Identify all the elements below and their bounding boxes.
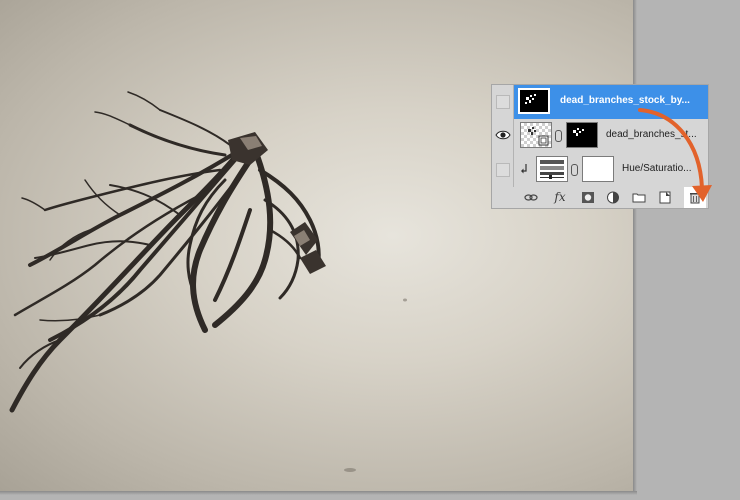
visibility-toggle[interactable] <box>492 85 514 119</box>
adjustment-mask-thumbnail[interactable] <box>582 156 614 182</box>
fx-icon[interactable]: fx <box>553 191 567 204</box>
mask-link-icon[interactable] <box>555 130 562 142</box>
layer-name[interactable]: Hue/Saturatio... <box>622 163 706 174</box>
canvas-bottom-shadow <box>0 491 637 495</box>
new-group-icon[interactable] <box>632 191 646 204</box>
visibility-toggle[interactable] <box>492 119 514 153</box>
eye-icon <box>495 130 511 140</box>
document-canvas[interactable] <box>0 0 633 491</box>
visibility-off-box <box>496 163 510 177</box>
layer-thumbnail[interactable] <box>518 88 550 114</box>
add-mask-icon[interactable] <box>581 191 595 204</box>
layer-name[interactable]: dead_branches_st... <box>606 129 706 140</box>
adjustment-icon[interactable] <box>606 191 620 204</box>
layer-row-dead-branches[interactable]: dead_branches_st... <box>492 119 708 154</box>
layers-panel-toolbar: fx <box>492 187 708 208</box>
trash-icon[interactable] <box>688 191 702 204</box>
layer-row-hue-saturation[interactable]: Hue/Saturatio... <box>492 153 708 188</box>
layer-row-dead-branches-copy[interactable]: dead_branches_stock_by... <box>492 85 708 120</box>
mask-shape-icon <box>573 128 584 136</box>
smart-object-thumbnail[interactable] <box>520 122 552 148</box>
clipping-arrow-icon <box>521 164 527 174</box>
layers-panel: dead_branches_stock_by... dead_branches_… <box>491 84 709 209</box>
layer-mask-thumbnail[interactable] <box>566 122 598 148</box>
visibility-off-box <box>496 95 510 109</box>
hue-saturation-icon <box>540 160 564 179</box>
layer-name[interactable]: dead_branches_stock_by... <box>560 95 706 106</box>
new-layer-icon[interactable] <box>658 191 672 204</box>
branch-thumbnail-icon <box>525 94 536 104</box>
smart-object-icon <box>528 127 549 146</box>
dead-branches-image <box>9 91 407 472</box>
link-layers-icon[interactable] <box>524 191 538 204</box>
visibility-toggle[interactable] <box>492 153 514 187</box>
mask-link-icon[interactable] <box>571 164 578 176</box>
canvas-edge-shadow <box>633 0 637 495</box>
adjustment-thumbnail[interactable] <box>536 156 568 182</box>
